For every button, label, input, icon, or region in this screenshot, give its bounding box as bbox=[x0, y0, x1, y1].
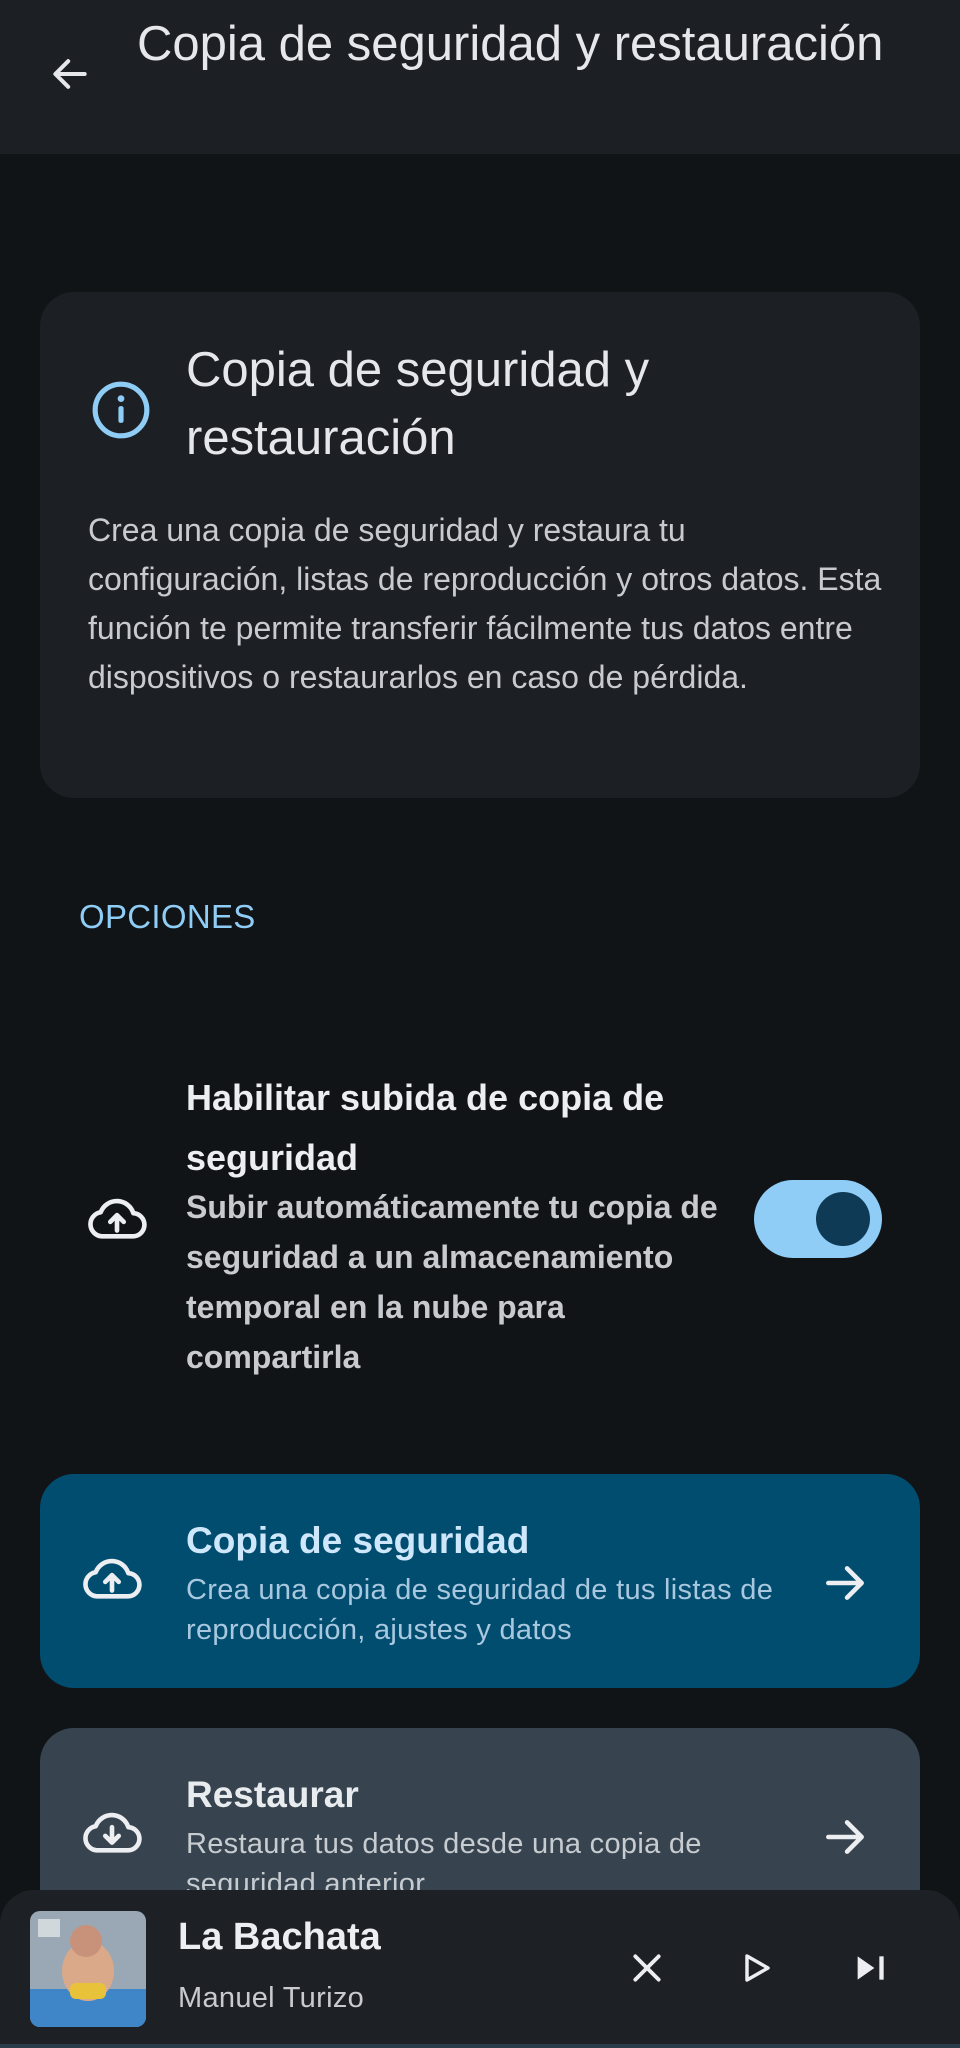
page-title: Copia de seguridad y restauración bbox=[137, 17, 884, 71]
cloud-upload-icon bbox=[83, 1558, 142, 1599]
play-icon bbox=[745, 1954, 770, 1982]
close-button[interactable] bbox=[619, 1940, 675, 1996]
skip-next-button[interactable] bbox=[843, 1940, 899, 1996]
back-button[interactable] bbox=[40, 44, 100, 104]
skip-next-icon bbox=[857, 1956, 884, 1980]
cloud-upload-icon bbox=[88, 1198, 147, 1239]
cloud-download-icon bbox=[83, 1812, 142, 1853]
info-card: Copia de seguridad y restauración Crea u… bbox=[40, 292, 920, 798]
info-icon bbox=[92, 381, 150, 439]
backup-card-subtitle: Crea una copia de seguridad de tus lista… bbox=[186, 1574, 774, 1646]
song-title: La Bachata bbox=[178, 1916, 381, 1958]
song-artist: Manuel Turizo bbox=[178, 1982, 365, 2014]
backup-card[interactable]: Copia de seguridad Crea una copia de seg… bbox=[40, 1474, 920, 1688]
upload-backup-toggle-row[interactable]: Habilitar subida de copia de seguridad S… bbox=[0, 1050, 960, 1380]
close-icon bbox=[633, 1954, 661, 1982]
restore-card-title: Restaurar bbox=[186, 1774, 359, 1815]
backup-card-title: Copia de seguridad bbox=[186, 1520, 530, 1561]
upload-toggle-subtitle: Subir automáticamente tu copia de seguri… bbox=[186, 1189, 718, 1375]
top-app-bar: Copia de seguridad y restauración bbox=[0, 0, 960, 154]
arrow-forward-icon bbox=[826, 1566, 864, 1600]
arrow-forward-icon bbox=[826, 1820, 864, 1854]
switch-knob bbox=[816, 1192, 870, 1246]
upload-backup-switch[interactable] bbox=[754, 1180, 882, 1258]
album-art[interactable] bbox=[30, 1911, 146, 2027]
arrow-back-icon bbox=[53, 59, 87, 89]
info-card-description: Crea una copia de seguridad y restaura t… bbox=[88, 512, 882, 695]
section-label-options: OPCIONES bbox=[79, 898, 256, 935]
play-button[interactable] bbox=[728, 1940, 784, 1996]
info-card-title: Copia de seguridad y restauración bbox=[186, 343, 650, 465]
playback-progress bbox=[0, 2044, 960, 2048]
upload-toggle-title: Habilitar subida de copia de seguridad bbox=[186, 1077, 665, 1178]
album-art-image bbox=[30, 1911, 146, 2027]
mini-player[interactable]: La Bachata Manuel Turizo bbox=[0, 1890, 960, 2048]
